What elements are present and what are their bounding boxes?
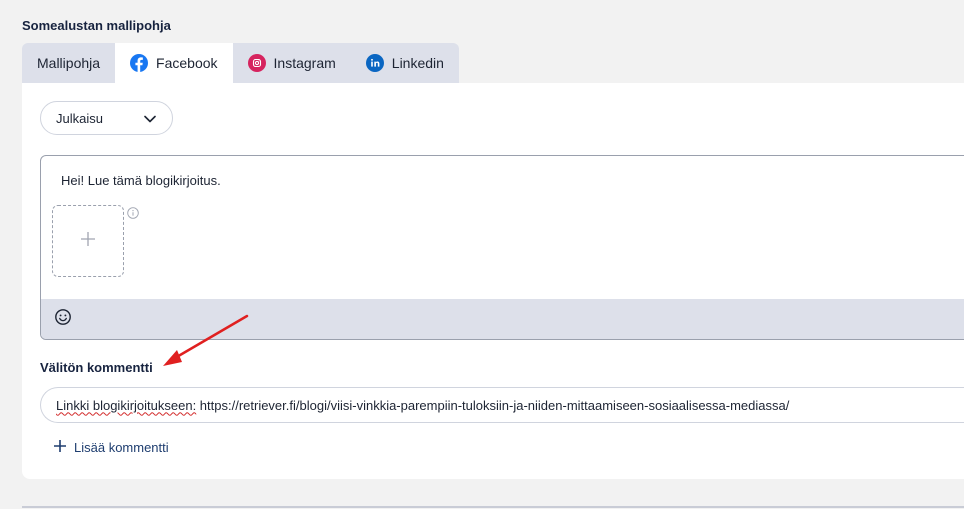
editor-toolbar xyxy=(41,299,964,339)
plus-icon xyxy=(80,231,96,252)
comment-input[interactable]: Linkki blogikirjoitukseen: https://retri… xyxy=(40,387,964,423)
tab-label: Mallipohja xyxy=(37,55,101,71)
platform-tabs: Mallipohja Facebook Instagram Linkedin xyxy=(22,43,459,83)
add-comment-label: Lisää kommentti xyxy=(74,440,169,455)
post-type-selected: Julkaisu xyxy=(56,110,103,126)
post-text[interactable]: Hei! Lue tämä blogikirjoitus. xyxy=(61,173,221,188)
section-title: Somealustan mallipohja xyxy=(22,18,171,33)
info-icon[interactable] xyxy=(127,206,139,224)
plus-icon xyxy=(53,439,67,456)
instagram-icon xyxy=(247,54,266,72)
facebook-icon xyxy=(130,54,149,72)
tab-facebook[interactable]: Facebook xyxy=(115,43,233,83)
tab-linkedin[interactable]: Linkedin xyxy=(351,43,459,83)
tab-instagram[interactable]: Instagram xyxy=(233,43,351,83)
post-type-dropdown[interactable]: Julkaisu xyxy=(40,101,173,135)
comment-text-prefix: Linkki blogikirjoitukseen: xyxy=(56,397,197,413)
chevron-down-icon xyxy=(144,111,156,126)
comment-text-url: https://retriever.fi/blogi/viisi-vinkkia… xyxy=(196,397,790,413)
add-comment-button[interactable]: Lisää kommentti xyxy=(53,439,169,456)
divider xyxy=(22,506,964,508)
tab-label: Linkedin xyxy=(391,55,444,71)
linkedin-icon xyxy=(365,54,384,72)
tab-mallipohja[interactable]: Mallipohja xyxy=(22,43,115,83)
tab-panel-facebook: Julkaisu Hei! Lue tämä blogikirjoitus. V… xyxy=(22,83,964,479)
add-media-button[interactable] xyxy=(52,205,124,277)
post-editor[interactable]: Hei! Lue tämä blogikirjoitus. xyxy=(40,155,964,340)
comment-label: Välitön kommentti xyxy=(40,360,153,375)
emoji-icon[interactable] xyxy=(54,308,72,331)
tab-label: Facebook xyxy=(156,55,218,71)
tab-label: Instagram xyxy=(273,55,336,71)
